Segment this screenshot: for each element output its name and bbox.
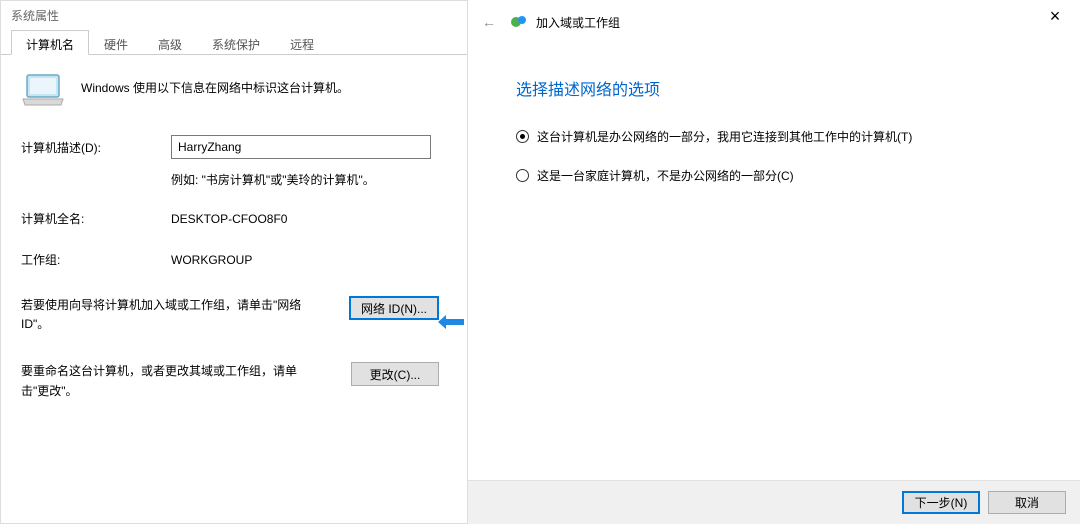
wizard-heading: 选择描述网络的选项: [516, 76, 1040, 100]
tab-remote[interactable]: 远程: [275, 30, 329, 55]
tab-advanced[interactable]: 高级: [143, 30, 197, 55]
laptop-icon: [21, 73, 65, 107]
join-domain-wizard: ← 加入域或工作组 × 选择描述网络的选项 这台计算机是办公网络的一部分，我用它…: [468, 0, 1080, 524]
tab-strip: 计算机名 硬件 高级 系统保护 远程: [1, 29, 467, 55]
annotation-arrow-icon: [436, 313, 466, 331]
network-globe-icon: [510, 13, 528, 31]
radio-input-icon: [516, 169, 529, 182]
next-button[interactable]: 下一步(N): [902, 491, 980, 514]
computer-desc-input[interactable]: [171, 135, 431, 159]
radio-home-label: 这是一台家庭计算机，不是办公网络的一部分(C): [537, 167, 794, 184]
wizard-button-bar: 下一步(N) 取消: [468, 480, 1080, 524]
radio-input-icon: [516, 130, 529, 143]
wizard-title: 加入域或工作组: [536, 14, 620, 31]
dialog-title: 系统属性: [1, 1, 467, 29]
network-id-text: 若要使用向导将计算机加入域或工作组，请单击"网络ID"。: [21, 296, 311, 334]
tab-computer-name[interactable]: 计算机名: [11, 30, 89, 55]
network-id-button[interactable]: 网络 ID(N)...: [349, 296, 439, 320]
workgroup-label: 工作组:: [21, 251, 171, 268]
tab-system-protection[interactable]: 系统保护: [197, 30, 275, 55]
system-properties-dialog: 系统属性 计算机名 硬件 高级 系统保护 远程 Windows 使用以下信息在网…: [0, 0, 468, 524]
change-button[interactable]: 更改(C)...: [351, 362, 439, 386]
workgroup-value: WORKGROUP: [171, 253, 252, 267]
back-button[interactable]: ←: [482, 14, 496, 30]
close-button[interactable]: ×: [1040, 6, 1070, 27]
change-text: 要重命名这台计算机，或者更改其域或工作组，请单击"更改"。: [21, 362, 311, 400]
radio-office-network[interactable]: 这台计算机是办公网络的一部分，我用它连接到其他工作中的计算机(T): [516, 128, 1040, 145]
tab-panel: Windows 使用以下信息在网络中标识这台计算机。 计算机描述(D): 例如:…: [1, 55, 467, 419]
computer-desc-hint: 例如: "书房计算机"或"美玲的计算机"。: [171, 171, 447, 188]
intro-text: Windows 使用以下信息在网络中标识这台计算机。: [81, 73, 349, 96]
computer-desc-label: 计算机描述(D):: [21, 139, 171, 156]
full-name-value: DESKTOP-CFOO8F0: [171, 212, 287, 226]
cancel-button[interactable]: 取消: [988, 491, 1066, 514]
full-name-label: 计算机全名:: [21, 210, 171, 227]
radio-home-computer[interactable]: 这是一台家庭计算机，不是办公网络的一部分(C): [516, 167, 1040, 184]
radio-office-label: 这台计算机是办公网络的一部分，我用它连接到其他工作中的计算机(T): [537, 128, 912, 145]
tab-hardware[interactable]: 硬件: [89, 30, 143, 55]
